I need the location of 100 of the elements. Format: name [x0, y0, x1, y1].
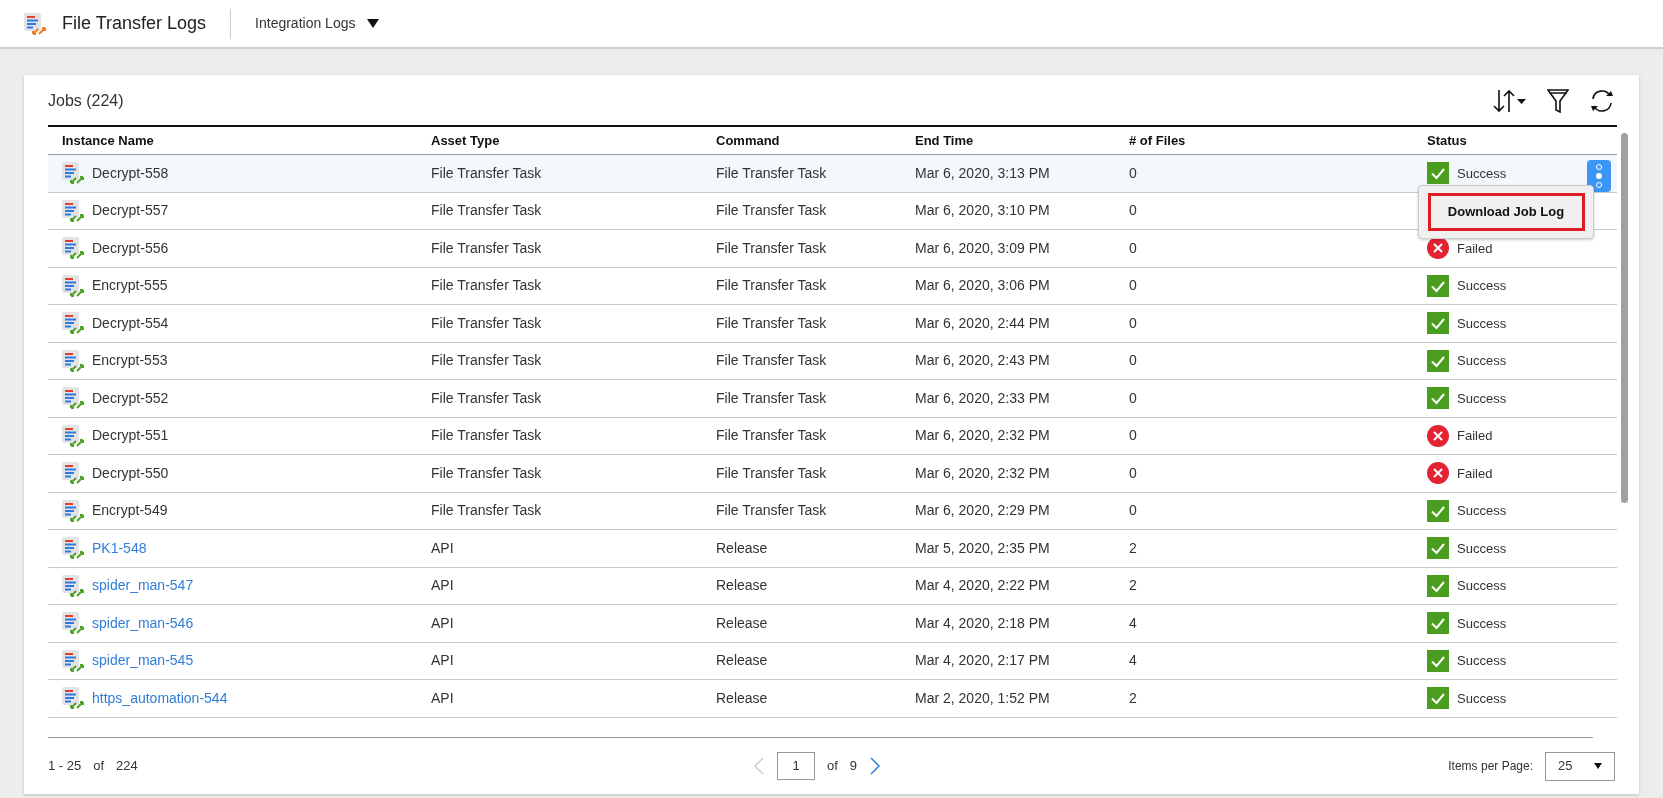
table-cell-text: API: [431, 576, 454, 596]
instance-name: Encrypt-549: [92, 501, 168, 521]
items-per-page-select[interactable]: 25: [1545, 751, 1615, 781]
file-log-icon: [62, 537, 84, 560]
instance-name: Decrypt-550: [92, 463, 169, 483]
table-cell-text: Mar 6, 2020, 2:33 PM: [915, 388, 1050, 408]
table-cell-text: API: [431, 651, 454, 671]
column-header[interactable]: Status: [1427, 130, 1467, 151]
items-per-page-label: Items per Page:: [1448, 758, 1533, 775]
table-cell-text: 0: [1129, 388, 1137, 408]
status-label: Success: [1457, 614, 1507, 633]
column-header[interactable]: End Time: [915, 130, 974, 151]
table-cell-text: File Transfer Task: [431, 501, 542, 521]
table-cell-text: Mar 6, 2020, 3:09 PM: [915, 238, 1050, 258]
column-header[interactable]: # of Files: [1129, 130, 1186, 151]
table-cell-text: Mar 4, 2020, 2:17 PM: [915, 651, 1050, 671]
table-cell-text: Mar 6, 2020, 2:29 PM: [915, 501, 1050, 521]
check-icon: [1427, 162, 1449, 185]
table-cell-text: Release: [716, 613, 768, 633]
refresh-icon[interactable]: [1589, 89, 1615, 113]
table-cell-text: File Transfer Task: [431, 463, 542, 483]
scrollbar-thumb[interactable]: [1621, 133, 1628, 503]
instance-link[interactable]: PK1-548: [92, 537, 147, 559]
file-log-icon: [62, 687, 84, 710]
status-label: Success: [1457, 164, 1507, 183]
table-cell-text: Release: [716, 651, 768, 671]
file-log-icon: [62, 499, 84, 522]
table-cell-text: File Transfer Task: [431, 276, 542, 296]
instance-name: Decrypt-554: [92, 313, 169, 333]
instance-link[interactable]: https_automation-544: [92, 687, 228, 709]
table-cell-text: 0: [1129, 313, 1137, 333]
status-label: Failed: [1457, 464, 1493, 483]
table-cell-text: File Transfer Task: [716, 463, 827, 483]
table-cell-text: 0: [1129, 163, 1137, 183]
table-cell-text: File Transfer Task: [431, 426, 542, 446]
file-log-icon: [62, 462, 84, 485]
table-cell-text: 2: [1129, 688, 1137, 708]
instance-name: Encrypt-555: [92, 276, 168, 296]
table-cell-text: 4: [1129, 613, 1137, 633]
instance-link[interactable]: spider_man-547: [92, 575, 194, 597]
table-cell-text: Mar 6, 2020, 2:32 PM: [915, 426, 1050, 446]
check-icon: [1427, 537, 1449, 560]
table-cell-text: File Transfer Task: [431, 313, 542, 333]
status-label: Success: [1457, 277, 1507, 295]
table-row[interactable]: Decrypt-558 File Transfer Task File Transfer Task Mar 6, 2020, 3:13 PM 0 Success: [48, 155, 1617, 193]
of-label: of: [93, 757, 105, 776]
table-cell-text: File Transfer Task: [716, 388, 827, 408]
file-log-icon: [24, 12, 46, 35]
jobs-title: Jobs (224): [48, 91, 124, 111]
table-cell-text: File Transfer Task: [431, 351, 542, 371]
column-header[interactable]: Asset Type: [431, 130, 500, 151]
table-cell-text: File Transfer Task: [716, 313, 827, 333]
table-cell-text: Mar 4, 2020, 2:22 PM: [915, 576, 1050, 596]
total-count: 224: [116, 757, 138, 776]
table-cell-text: Mar 6, 2020, 2:32 PM: [915, 463, 1050, 483]
pages-of-label: of: [827, 757, 838, 776]
instance-name: Decrypt-558: [92, 163, 169, 183]
sort-icon[interactable]: [1493, 88, 1527, 114]
table-cell-text: Mar 6, 2020, 3:10 PM: [915, 201, 1050, 221]
check-icon: [1427, 612, 1449, 635]
instance-name: Encrypt-553: [92, 351, 168, 371]
table-cell-text: File Transfer Task: [431, 201, 542, 221]
table-cell-text: Mar 5, 2020, 2:35 PM: [915, 538, 1050, 558]
file-log-icon: [62, 574, 84, 597]
page-count: 9: [849, 757, 858, 776]
table-cell-text: File Transfer Task: [716, 501, 827, 521]
table-cell-text: API: [431, 688, 454, 708]
table-cell-text: API: [431, 613, 454, 633]
status-label: Success: [1457, 689, 1507, 708]
instance-name: Decrypt-556: [92, 238, 169, 258]
file-log-icon: [62, 649, 84, 672]
check-icon: [1427, 312, 1449, 335]
column-header[interactable]: Command: [716, 130, 780, 151]
check-icon: [1427, 387, 1449, 410]
instance-link[interactable]: spider_man-545: [92, 650, 194, 672]
table-cell-text: 0: [1129, 351, 1137, 371]
range-label: 1 - 25: [48, 757, 82, 776]
status-label: Failed: [1457, 427, 1493, 445]
table-cell-text: Release: [716, 538, 768, 558]
file-log-icon: [62, 612, 84, 635]
file-log-icon: [62, 199, 84, 222]
check-icon: [1427, 349, 1449, 372]
caret-icon: [1594, 763, 1602, 769]
integration-logs-menu[interactable]: Integration Logs: [255, 13, 380, 34]
filter-icon[interactable]: [1547, 88, 1569, 114]
column-header[interactable]: Instance Name: [62, 130, 154, 151]
table-cell-text: File Transfer Task: [716, 276, 827, 296]
check-icon: [1427, 499, 1449, 522]
caret-icon: [367, 19, 380, 28]
download-job-log-item[interactable]: Download Job Log: [1427, 193, 1585, 231]
page-input[interactable]: 1: [777, 752, 815, 780]
table-cell-text: 0: [1129, 238, 1137, 258]
table-cell-text: File Transfer Task: [716, 351, 827, 371]
table-cell-text: File Transfer Task: [431, 163, 542, 183]
row-actions-button[interactable]: [1587, 160, 1611, 192]
status-label: Success: [1457, 352, 1507, 370]
table-cell-text: Mar 6, 2020, 3:06 PM: [915, 276, 1050, 296]
status-label: Success: [1457, 577, 1507, 595]
instance-link[interactable]: spider_man-546: [92, 612, 194, 634]
next-page-icon[interactable]: [869, 757, 882, 775]
